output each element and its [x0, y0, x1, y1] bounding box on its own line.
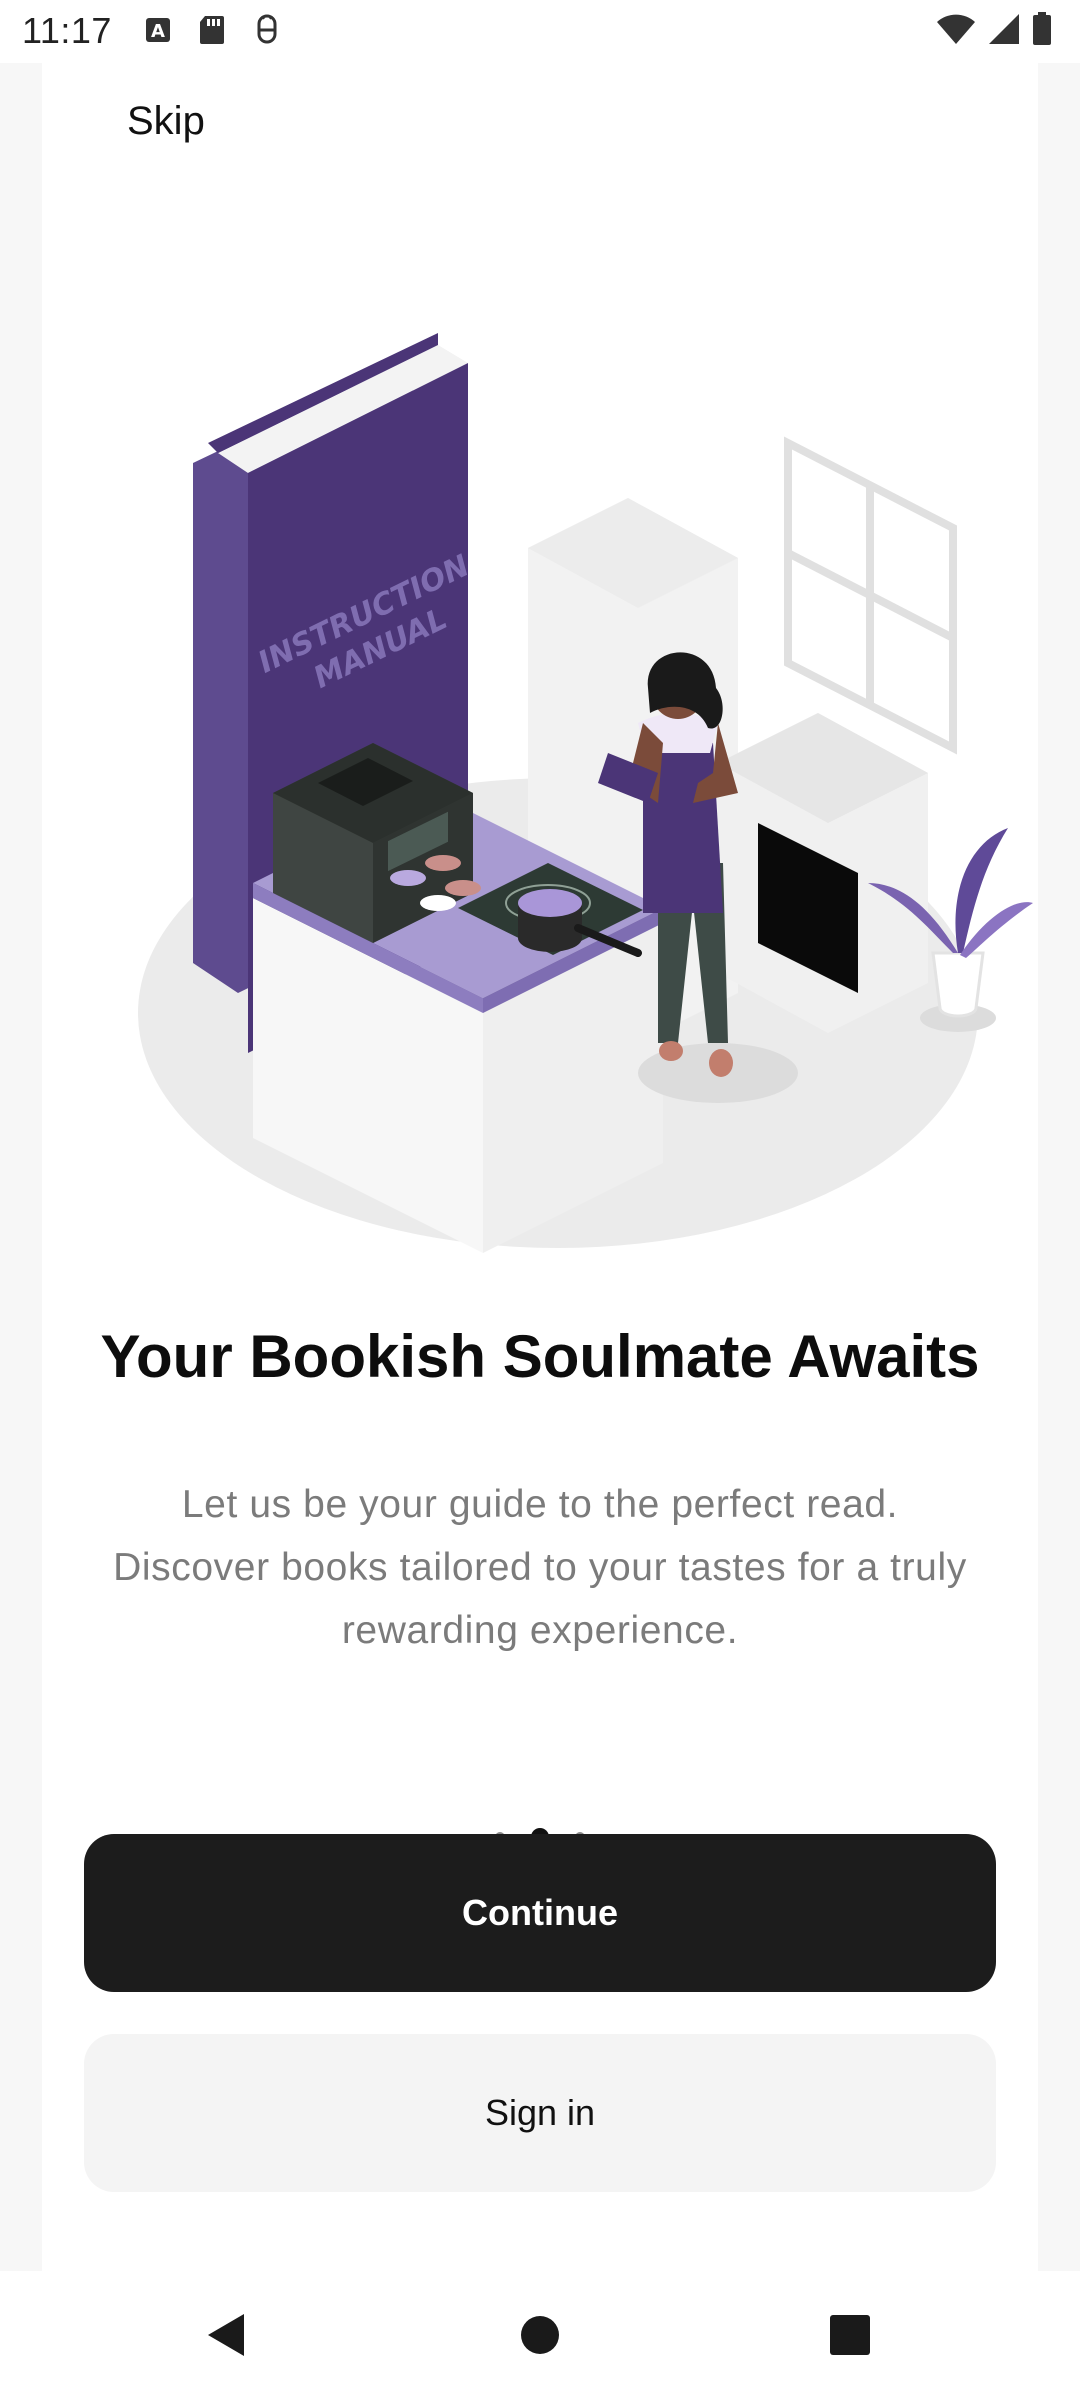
back-icon[interactable]: [204, 2311, 248, 2364]
home-icon[interactable]: [520, 2315, 560, 2360]
onboarding-card: Skip INSTRUCTION MANUAL Your Bookish Sou…: [42, 63, 1038, 2271]
svg-text:A: A: [151, 21, 165, 42]
status-time: 11:17: [22, 10, 112, 51]
status-bar: 11:17 A: [0, 0, 1080, 63]
kitchen-illustration: INSTRUCTION MANUAL: [138, 303, 1038, 1283]
status-right-icons: [936, 12, 1052, 51]
font-notification-icon: A: [145, 17, 171, 48]
recents-icon[interactable]: [830, 2315, 870, 2360]
status-left-icons: A: [145, 14, 281, 51]
sign-in-button[interactable]: Sign in: [84, 2034, 996, 2192]
wifi-icon: [936, 13, 976, 50]
continue-button[interactable]: Continue: [84, 1834, 996, 1992]
battery-icon: [1032, 12, 1052, 51]
skip-button[interactable]: Skip: [127, 99, 205, 144]
signal-icon: [988, 13, 1020, 50]
page-subtitle: Let us be your guide to the perfect read…: [113, 1483, 967, 1652]
page-title: Your Bookish Soulmate Awaits: [100, 1323, 980, 1390]
navigation-bar: [0, 2271, 1080, 2400]
sd-card-icon: [199, 15, 225, 50]
usb-debug-icon: [253, 14, 281, 51]
